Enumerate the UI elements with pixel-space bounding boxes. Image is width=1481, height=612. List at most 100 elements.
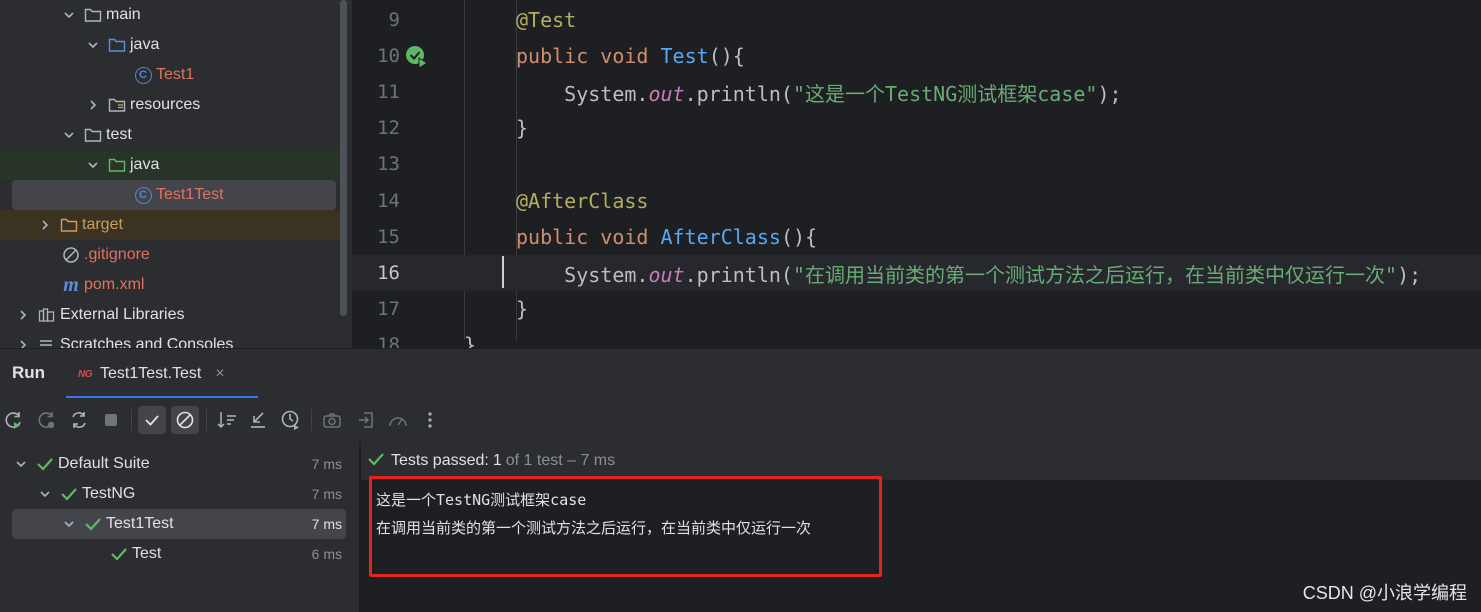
tree-item-gitignore[interactable]: .gitignore <box>0 240 340 270</box>
ignored-file-icon <box>62 246 80 264</box>
tree-item-label: .gitignore <box>84 246 150 263</box>
import-tests-icon[interactable] <box>352 406 380 434</box>
code-line-12: 12 } <box>352 110 1481 146</box>
line-code: } <box>516 116 529 140</box>
test-node-default-suite[interactable]: Default Suite 7 ms <box>0 449 352 479</box>
watermark: CSDN @小浪学编程 <box>1302 583 1467 603</box>
tree-item-label: target <box>82 216 123 233</box>
sort-icon[interactable] <box>213 406 241 434</box>
tree-item-scratches[interactable]: Scratches and Consoles <box>0 330 340 348</box>
passed-check-icon <box>36 456 54 472</box>
tree-item-resources[interactable]: resources <box>0 90 340 120</box>
test-duration: 6 ms <box>311 546 342 562</box>
tree-item-pom[interactable]: m pom.xml <box>0 270 340 300</box>
show-ignored-toggle[interactable] <box>171 406 199 434</box>
test-node-test[interactable]: Test 6 ms <box>0 539 352 569</box>
stop-button[interactable] <box>97 406 125 434</box>
test-history-icon[interactable] <box>277 406 305 434</box>
chevron-down-icon[interactable] <box>62 8 76 22</box>
passed-check-icon <box>84 516 102 532</box>
code-line-16: 16 System.out.println("在调用当前类的第一个测试方法之后运… <box>352 255 1481 291</box>
show-passed-toggle[interactable] <box>138 406 166 434</box>
tree-item-external-libraries[interactable]: External Libraries <box>0 300 340 330</box>
chevron-right-icon[interactable] <box>38 218 52 232</box>
line-code: } <box>464 333 477 348</box>
tree-item-label: Test1Test <box>156 186 224 203</box>
test-node-testng[interactable]: TestNG 7 ms <box>0 479 352 509</box>
line-number: 17 <box>377 298 400 320</box>
tests-passed-label: Tests passed: <box>391 452 489 469</box>
line-code: public void AfterClass(){ <box>516 225 818 249</box>
chevron-right-icon[interactable] <box>86 98 100 112</box>
line-code: } <box>516 297 529 321</box>
chevron-down-icon[interactable] <box>62 128 76 142</box>
tree-item-java-test[interactable]: java <box>0 150 340 180</box>
folder-icon <box>84 6 102 24</box>
rerun-failed-button[interactable] <box>33 406 61 434</box>
chevron-right-icon[interactable] <box>16 338 30 348</box>
folder-icon <box>84 126 102 144</box>
test-node-test1test[interactable]: Test1Test 7 ms <box>12 509 346 539</box>
tests-passed-count: 1 <box>492 452 502 469</box>
run-toolbar <box>0 398 1481 442</box>
toolbar-separator <box>131 409 132 431</box>
chevron-down-icon[interactable] <box>86 158 100 172</box>
test-results-tree: Default Suite 7 ms TestNG 7 ms Test1Test… <box>0 442 360 612</box>
rerun-button[interactable] <box>0 406 28 434</box>
line-number: 12 <box>377 117 400 139</box>
tree-item-target[interactable]: target <box>0 210 340 240</box>
line-number: 13 <box>377 153 400 175</box>
resources-folder-icon <box>108 96 126 114</box>
code-line-14: 14 @AfterClass <box>352 183 1481 219</box>
line-number: 15 <box>377 226 400 248</box>
test-duration: 7 ms <box>311 516 342 532</box>
tree-item-label: java <box>130 156 160 173</box>
close-icon[interactable]: × <box>215 365 224 383</box>
line-code: public void Test(){ <box>516 44 745 68</box>
project-scrollbar[interactable] <box>340 0 347 316</box>
test-duration: 7 ms <box>311 456 342 472</box>
test-source-folder-icon <box>108 156 126 174</box>
line-number: 16 <box>377 262 400 284</box>
run-tool-window-header: Run NG Test1Test.Test × <box>0 348 1481 399</box>
tests-total: of 1 test – 7 ms <box>505 452 616 469</box>
console-output-panel[interactable]: Tests passed: 1 of 1 test – 7 ms 这是一个Tes… <box>361 442 1481 612</box>
line-number: 10 <box>377 45 400 67</box>
test-node-label: Test1Test <box>106 515 174 532</box>
test-node-label: Test <box>132 545 162 562</box>
chevron-down-icon[interactable] <box>62 518 76 530</box>
collapse-all-icon[interactable] <box>244 406 272 434</box>
tree-item-main[interactable]: main <box>0 0 340 30</box>
tree-item-test1test[interactable]: C Test1Test <box>12 180 336 210</box>
chevron-down-icon[interactable] <box>14 458 28 470</box>
chevron-down-icon[interactable] <box>86 38 100 52</box>
passed-check-icon <box>110 546 128 562</box>
coverage-gauge-icon[interactable] <box>384 406 412 434</box>
chevron-right-icon[interactable] <box>16 308 30 322</box>
tree-item-test[interactable]: test <box>0 120 340 150</box>
passed-check-icon <box>367 451 385 472</box>
line-number: 9 <box>388 9 400 31</box>
code-editor[interactable]: 9 @Test 10 public void Test(){ 11 System… <box>352 0 1481 348</box>
tree-item-test1[interactable]: C Test1 <box>0 60 340 90</box>
code-line-9: 9 @Test <box>352 2 1481 38</box>
more-options-icon[interactable] <box>416 406 444 434</box>
test-node-label: TestNG <box>82 485 136 502</box>
tree-item-label: main <box>106 6 141 23</box>
code-line-18: 18 } <box>352 327 1481 348</box>
tab-test1test[interactable]: NG Test1Test.Test × <box>78 349 225 399</box>
line-code: @Test <box>516 8 577 32</box>
tree-item-label: resources <box>130 96 201 113</box>
line-number: 14 <box>377 190 400 212</box>
toggle-auto-test-button[interactable] <box>65 406 93 434</box>
tree-item-java-main[interactable]: java <box>0 30 340 60</box>
test-status-bar: Tests passed: 1 of 1 test – 7 ms <box>361 442 1481 480</box>
code-line-17: 17 } <box>352 291 1481 327</box>
chevron-down-icon[interactable] <box>38 488 52 500</box>
highlight-annotation-box <box>369 476 882 577</box>
camera-icon[interactable] <box>318 406 346 434</box>
class-icon: C <box>134 186 152 204</box>
code-line-13: 13 <box>352 146 1481 182</box>
run-test-gutter-icon[interactable] <box>404 44 428 69</box>
code-line-10: 10 public void Test(){ <box>352 38 1481 74</box>
